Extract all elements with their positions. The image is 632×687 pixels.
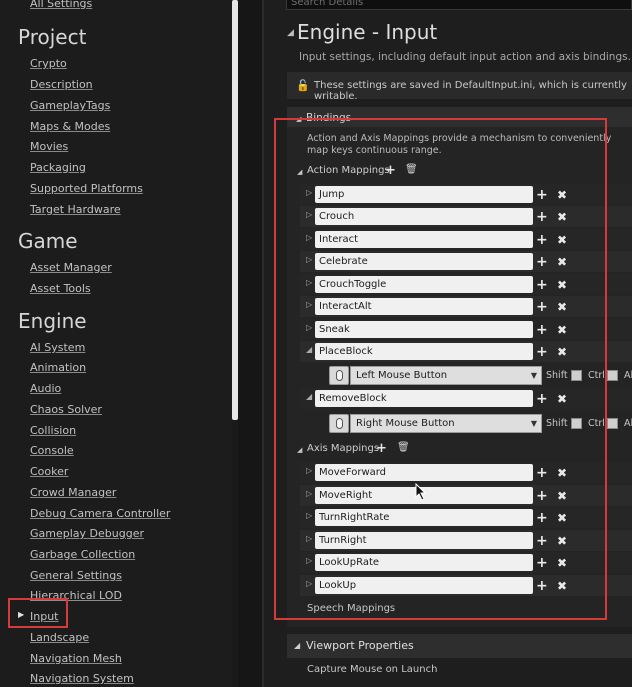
- config-notice-text: These settings are saved in DefaultInput…: [314, 80, 627, 102]
- sidebar-item-crypto[interactable]: Crypto: [30, 57, 67, 70]
- search-details-input[interactable]: Search Details: [286, 0, 632, 10]
- settings-sidebar: All Settings Project Crypto Description …: [0, 0, 232, 687]
- sidebar-item-console[interactable]: Console: [30, 444, 74, 457]
- capture-mouse-label: Capture Mouse on Launch: [307, 664, 438, 675]
- sidebar-item-animation[interactable]: Animation: [30, 361, 86, 374]
- sidebar-item-navigation-mesh[interactable]: Navigation Mesh: [30, 652, 122, 665]
- sidebar-item-audio[interactable]: Audio: [30, 382, 61, 395]
- sidebar-item-all-settings[interactable]: All Settings: [30, 0, 92, 10]
- sidebar-item-target-hardware[interactable]: Target Hardware: [30, 203, 121, 216]
- sidebar-item-packaging[interactable]: Packaging: [30, 161, 86, 174]
- page-description: Input settings, including default input …: [299, 51, 631, 63]
- sidebar-item-cooker[interactable]: Cooker: [30, 465, 68, 478]
- viewport-properties-label: Viewport Properties: [306, 639, 414, 652]
- sidebar-item-movies[interactable]: Movies: [30, 140, 68, 153]
- sidebar-item-description[interactable]: Description: [30, 78, 93, 91]
- bindings-highlight-box: [274, 118, 607, 620]
- mouse-cursor-icon: [415, 483, 427, 501]
- sidebar-item-asset-manager[interactable]: Asset Manager: [30, 261, 112, 274]
- input-highlight-box: [8, 598, 68, 628]
- sidebar-item-general-settings[interactable]: General Settings: [30, 569, 122, 582]
- unlock-icon: 🔓: [296, 79, 310, 92]
- sidebar-item-gameplay-debugger[interactable]: Gameplay Debugger: [30, 527, 144, 540]
- page-title: Engine - Input: [297, 20, 438, 44]
- sidebar-heading-engine: Engine: [18, 309, 87, 333]
- sidebar-item-gameplaytags[interactable]: GameplayTags: [30, 99, 110, 112]
- sidebar-item-supported-platforms[interactable]: Supported Platforms: [30, 182, 143, 195]
- sidebar-item-ai-system[interactable]: AI System: [30, 341, 85, 354]
- collapse-arrow-icon[interactable]: ◢: [287, 28, 294, 38]
- alt-label: Alt: [624, 370, 632, 381]
- sidebar-item-asset-tools[interactable]: Asset Tools: [30, 282, 91, 295]
- sidebar-item-chaos-solver[interactable]: Chaos Solver: [30, 403, 102, 416]
- sidebar-item-landscape[interactable]: Landscape: [30, 631, 89, 644]
- ctrl-checkbox[interactable]: [607, 418, 618, 429]
- sidebar-item-navigation-system[interactable]: Navigation System: [30, 672, 134, 685]
- ctrl-checkbox[interactable]: [607, 370, 618, 381]
- sidebar-heading-game: Game: [18, 229, 78, 253]
- sidebar-item-maps-modes[interactable]: Maps & Modes: [30, 120, 110, 133]
- collapse-arrow-icon[interactable]: ◢: [294, 641, 300, 650]
- sidebar-item-crowd-manager[interactable]: Crowd Manager: [30, 486, 116, 499]
- sidebar-item-collision[interactable]: Collision: [30, 424, 76, 437]
- sidebar-item-garbage-collection[interactable]: Garbage Collection: [30, 548, 135, 561]
- sidebar-heading-project: Project: [18, 25, 87, 49]
- panel-gutter: [238, 0, 262, 687]
- sidebar-item-debug-camera-controller[interactable]: Debug Camera Controller: [30, 507, 170, 520]
- alt-label: Alt: [624, 418, 632, 429]
